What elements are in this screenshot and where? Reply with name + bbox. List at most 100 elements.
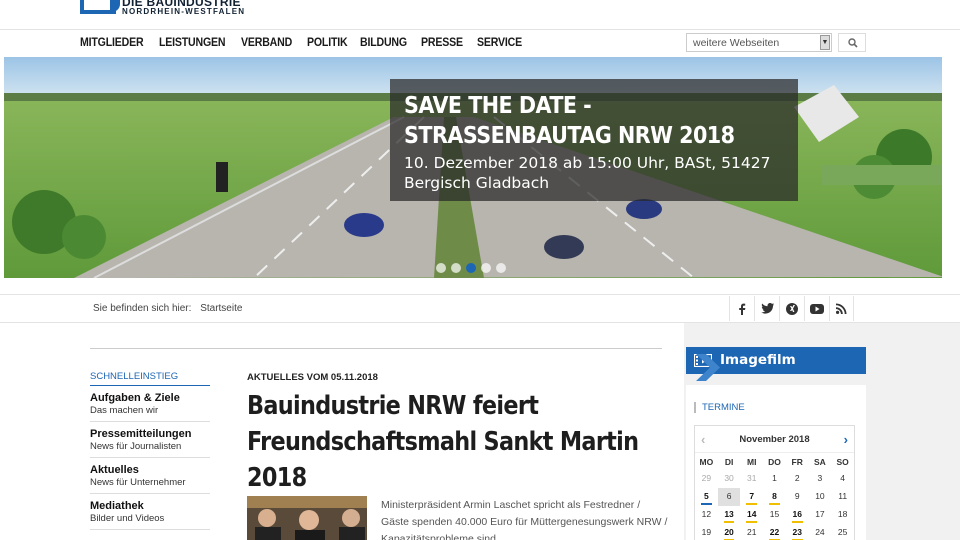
nav-item-bildung[interactable]: BILDUNG — [360, 37, 407, 49]
content-divider — [90, 348, 662, 349]
calendar-day: 30 — [724, 473, 734, 483]
nav-item-presse[interactable]: PRESSE — [421, 37, 463, 49]
calendar-day[interactable]: 16 — [786, 506, 809, 524]
calendar: ‹ November 2018 › MO DI MI DO FR SA SO 29 30 31 1 2… — [694, 425, 855, 540]
calendar-day[interactable]: 22 — [763, 524, 786, 540]
calendar-day: 19 — [701, 527, 712, 537]
logo-mark-part — [110, 0, 120, 12]
nav-item-service[interactable]: SERVICE — [477, 37, 522, 49]
quick-link-title[interactable]: Mediathek — [90, 500, 210, 512]
article-kicker: AKTUELLES VOM 05.11.2018 — [247, 372, 378, 383]
calendar-day[interactable]: 7 — [740, 488, 763, 506]
nav-item-verband[interactable]: VERBAND — [241, 37, 292, 49]
quick-link-item[interactable]: Aufgaben & Ziele Das machen wir — [90, 386, 210, 422]
calendar-weekday: DI — [717, 452, 741, 470]
calendar-day[interactable]: 14 — [740, 506, 763, 524]
calendar-day: 6 — [717, 488, 741, 506]
calendar-day: 1 — [772, 473, 777, 483]
calendar-weekday: FR — [785, 452, 809, 470]
site-select[interactable]: weitere Webseiten ▼ — [686, 33, 832, 52]
twitter-icon[interactable] — [754, 296, 779, 321]
chevron-left-icon[interactable]: ‹ — [701, 432, 705, 447]
calendar-weekday: MI — [740, 452, 764, 470]
calendar-day: 17 — [815, 509, 825, 519]
quick-link-title[interactable]: Aufgaben & Ziele — [90, 392, 210, 404]
search-icon — [848, 38, 858, 48]
breadcrumb-current[interactable]: Startseite — [200, 303, 242, 314]
chevron-right-icon[interactable]: › — [844, 432, 848, 447]
header-divider — [0, 29, 960, 30]
article-headline[interactable]: Bauindustrie NRW feiert Freundschaftsmah… — [247, 388, 651, 496]
calendar-day: 15 — [769, 509, 780, 519]
calendar-day: 4 — [840, 473, 845, 483]
quick-link-title[interactable]: Aktuelles — [90, 464, 210, 476]
imagefilm-banner[interactable]: Imagefilm — [686, 347, 866, 381]
calendar-day[interactable]: 13 — [718, 506, 741, 524]
slider-dot[interactable] — [451, 263, 461, 273]
calendar-weekday: SO — [831, 452, 854, 470]
calendar-day: 2 — [794, 473, 800, 483]
calendar-day: 3 — [817, 473, 823, 483]
quick-links-heading: SCHNELLEINSTIEG — [90, 371, 210, 386]
rss-icon[interactable] — [829, 296, 854, 321]
site-select-value: weitere Webseiten — [693, 37, 780, 49]
calendar-day: 21 — [747, 527, 757, 537]
calendar-month: November 2018 — [739, 433, 810, 445]
quick-link-item[interactable]: Mediathek Bilder und Videos — [90, 494, 210, 530]
slider-dot[interactable] — [481, 263, 491, 273]
hero-caption[interactable]: SAVE THE DATE - STRASSENBAUTAG NRW 2018 … — [390, 79, 798, 201]
facebook-icon[interactable] — [729, 296, 754, 321]
quick-link-sub: News für Journalisten — [90, 441, 182, 452]
calendar-day[interactable]: 23 — [786, 524, 809, 540]
quick-link-item[interactable]: Aktuelles News für Unternehmer — [90, 458, 210, 494]
logo-subtitle: NORDRHEIN-WESTFALEN — [122, 7, 246, 16]
calendar-day: 29 — [701, 473, 712, 483]
nav-item-politik[interactable]: POLITIK — [307, 37, 348, 49]
quick-link-sub: Bilder und Videos — [90, 513, 165, 524]
imagefilm-label: Imagefilm — [720, 352, 796, 368]
breadcrumb: Sie befinden sich hier: Startseite — [93, 303, 242, 314]
quick-link-sub: Das machen wir — [90, 405, 159, 416]
calendar-day: 25 — [837, 527, 848, 537]
quick-link-title[interactable]: Pressemitteilungen — [90, 428, 210, 440]
article-teaser: Ministerpräsident Armin Laschet spricht … — [381, 499, 668, 540]
hero-title: SAVE THE DATE - STRASSENBAUTAG NRW 2018 — [404, 93, 735, 149]
calendar-day[interactable]: 20 — [718, 524, 741, 540]
youtube-icon[interactable] — [804, 296, 829, 321]
hero-slider[interactable]: SAVE THE DATE - STRASSENBAUTAG NRW 2018 … — [4, 57, 942, 278]
chevron-right-icon — [696, 354, 720, 381]
dropdown-arrow-icon[interactable]: ▼ — [820, 35, 830, 50]
calendar-day: 11 — [838, 491, 848, 501]
calendar-day: 12 — [701, 509, 712, 519]
calendar-day[interactable]: 5 — [695, 488, 718, 506]
calendar-day: 31 — [747, 473, 757, 483]
nav-item-leistungen[interactable]: LEISTUNGEN — [159, 37, 226, 49]
calendar-grid: MO DI MI DO FR SA SO 29 30 31 1 2 3 4 5 6 7 8 9 10 11 12 13 14 1… — [695, 452, 854, 540]
calendar-weekday: SA — [808, 452, 832, 470]
search-button[interactable] — [838, 33, 866, 52]
calendar-day: 24 — [815, 527, 825, 537]
quick-link-item[interactable]: Pressemitteilungen News für Journalisten — [90, 422, 210, 458]
quick-link-sub: News für Unternehmer — [90, 477, 186, 488]
article-thumbnail[interactable] — [247, 496, 367, 540]
social-links — [729, 296, 854, 321]
news-article: AKTUELLES VOM 05.11.2018 Bauindustrie NR… — [247, 372, 667, 540]
calendar-day: 18 — [837, 509, 848, 519]
nav-item-mitglieder[interactable]: MITGLIEDER — [80, 37, 144, 49]
calendar-day: 9 — [794, 491, 800, 501]
slider-dot[interactable] — [496, 263, 506, 273]
xing-icon[interactable] — [779, 296, 804, 321]
breadcrumb-prefix: Sie befinden sich hier: — [93, 303, 192, 314]
quick-links: SCHNELLEINSTIEG Aufgaben & Ziele Das mac… — [90, 371, 210, 530]
slider-dot[interactable] — [436, 263, 446, 273]
calendar-weekday: MO — [695, 452, 718, 470]
calendar-day[interactable]: 8 — [763, 488, 786, 506]
termine-label: TERMINE — [694, 402, 745, 413]
site-logo[interactable]: DIE BAUINDUSTRIE NORDRHEIN-WESTFALEN — [80, 0, 280, 18]
calendar-day: 10 — [815, 491, 825, 501]
slider-dot-active[interactable] — [466, 263, 476, 273]
calendar-header: ‹ November 2018 › — [695, 426, 854, 452]
termine-panel: TERMINE ‹ November 2018 › MO DI MI DO FR SA SO… — [686, 385, 866, 540]
calendar-weekday: DO — [763, 452, 786, 470]
slider-dots — [436, 263, 506, 273]
